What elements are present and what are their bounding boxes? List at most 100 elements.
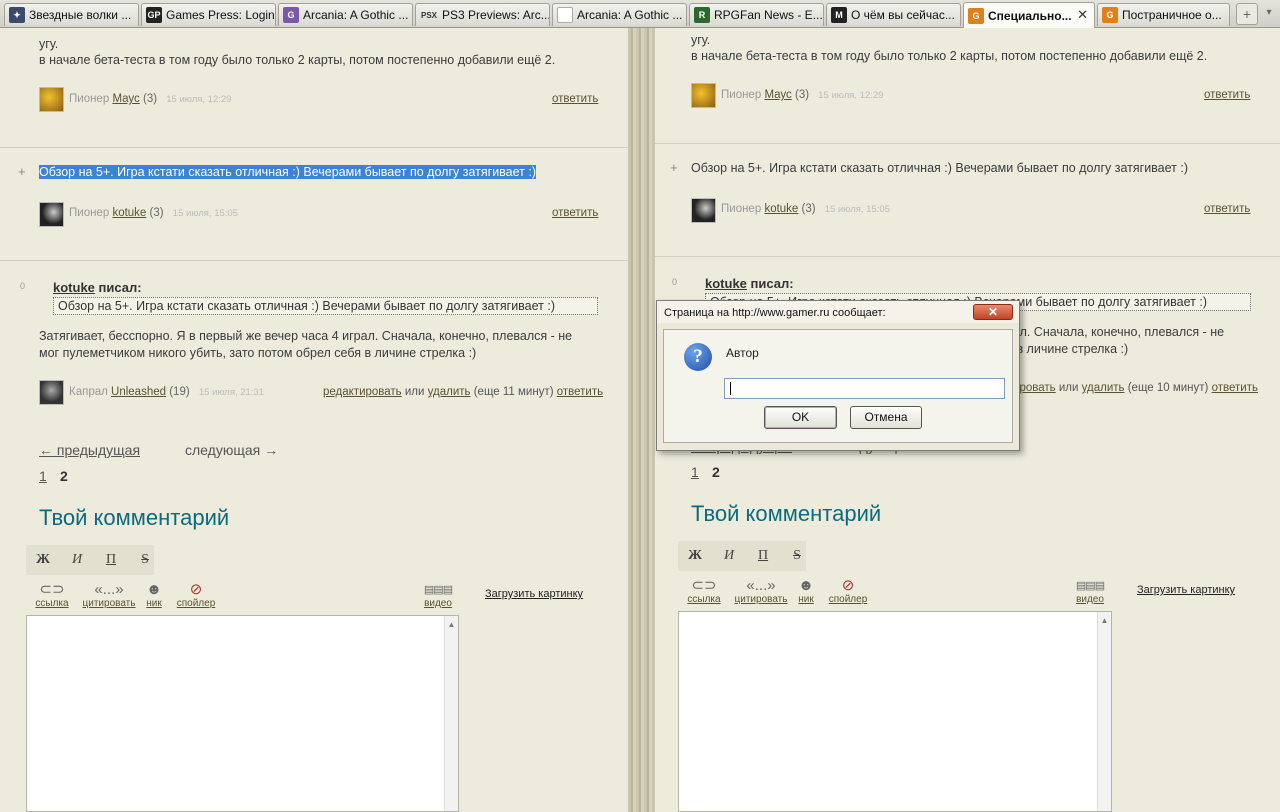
new-tab-button[interactable]: +	[1236, 3, 1258, 25]
forum-favicon-icon: M	[831, 7, 847, 23]
comment-textarea[interactable]: ▲	[678, 611, 1112, 812]
quote-author[interactable]: kotuke	[53, 280, 95, 295]
link-tool-button[interactable]: ⊂⊃ ссылка	[684, 576, 724, 605]
strike-button[interactable]: S	[788, 548, 806, 564]
bold-button[interactable]: Ж	[34, 552, 52, 568]
ok-button[interactable]: OK	[764, 406, 837, 429]
tab-list-chevron-icon[interactable]: ▾	[1260, 3, 1278, 25]
comment-form-heading: Твой комментарий	[691, 501, 882, 526]
strike-button[interactable]: S	[136, 552, 154, 568]
underline-button[interactable]: П	[102, 552, 120, 568]
italic-button[interactable]: И	[720, 548, 738, 564]
nick-tool-button[interactable]: ☻ ник	[795, 576, 817, 606]
browser-tab-bar: ✦ Звездные волки ... GP Games Press: Log…	[0, 0, 1280, 28]
spoiler-prohibited-icon: ⊘	[189, 581, 203, 598]
tab-arcania-2[interactable]: Arcania: A Gothic ...	[552, 3, 687, 26]
prev-page-link[interactable]: ← предыдущая	[39, 442, 140, 458]
format-toolbar: Ж И П S	[678, 541, 806, 571]
avatar[interactable]	[691, 198, 716, 223]
star-wolves-favicon-icon: ✦	[9, 7, 25, 23]
video-tool-button[interactable]: ▤▤▤ видео	[420, 580, 456, 610]
user-count: (3)	[801, 203, 816, 215]
tab-title: О чём вы сейчас...	[851, 8, 955, 22]
reply-link[interactable]: ответить	[552, 93, 598, 105]
quote-author[interactable]: kotuke	[705, 276, 747, 291]
reply-link[interactable]: ответить	[552, 207, 598, 219]
scroll-up-arrow-icon[interactable]: ▲	[445, 620, 458, 629]
cancel-button[interactable]: Отмена	[850, 406, 922, 429]
tab-arcania-1[interactable]: G Arcania: A Gothic ...	[278, 3, 413, 26]
user-link[interactable]: Маус	[112, 93, 139, 105]
prompt-input[interactable]	[724, 378, 1005, 399]
user-link[interactable]: Маус	[764, 89, 791, 101]
spoiler-tool-button[interactable]: ⊘ спойлер	[826, 576, 870, 605]
avatar[interactable]	[39, 202, 64, 227]
avatar[interactable]	[39, 380, 64, 405]
underline-button[interactable]: П	[754, 548, 772, 564]
page-1-link[interactable]: 1	[691, 464, 699, 480]
text-caret	[730, 382, 731, 395]
comment-date: 15 июля, 15:05	[172, 208, 238, 219]
comment-separator	[655, 256, 1280, 257]
upload-image-link[interactable]: Загрузить картинку	[1137, 584, 1235, 596]
tab-title: Постраничное о...	[1122, 8, 1222, 22]
scrollbar[interactable]: ▲	[444, 616, 458, 811]
bold-button[interactable]: Ж	[686, 548, 704, 564]
reply-link[interactable]: ответить	[1212, 382, 1258, 394]
comment-textarea[interactable]: ▲	[26, 615, 459, 812]
tool-label: видео	[424, 598, 452, 609]
comment-meta: Капрал Unleashed (19) 15 июля, 21:31	[69, 386, 264, 398]
tab-star-wolves[interactable]: ✦ Звездные волки ...	[4, 3, 139, 26]
dialog-close-icon[interactable]: ✕	[973, 304, 1013, 320]
tool-label: ссылка	[687, 594, 721, 605]
user-link[interactable]: Unleashed	[111, 386, 166, 398]
blank-page-favicon-icon	[557, 7, 573, 23]
tab-ps3-previews[interactable]: PSX PS3 Previews: Arc...	[415, 3, 550, 26]
gamer-favicon-icon: G	[968, 7, 984, 24]
close-tab-icon[interactable]: ✕	[1077, 7, 1088, 23]
video-tool-button[interactable]: ▤▤▤ видео	[1072, 576, 1108, 606]
tab-active-gamer[interactable]: G Специально... ✕	[963, 2, 1095, 28]
delete-link[interactable]: удалить	[428, 386, 471, 398]
scroll-up-arrow-icon[interactable]: ▲	[1098, 616, 1111, 625]
psx-favicon-icon: PSX	[420, 10, 437, 20]
edit-link[interactable]: редактировать	[323, 386, 402, 398]
user-count: (3)	[143, 93, 158, 105]
spoiler-prohibited-icon: ⊘	[841, 577, 855, 594]
user-link[interactable]: kotuke	[112, 207, 146, 219]
page-1-link[interactable]: 1	[39, 468, 47, 484]
italic-button[interactable]: И	[68, 552, 86, 568]
tab-games-press[interactable]: GP Games Press: Login	[141, 3, 276, 26]
link-tool-button[interactable]: ⊂⊃ ссылка	[32, 580, 72, 609]
reply-link[interactable]: ответить	[1204, 89, 1250, 101]
comment-separator	[0, 260, 628, 261]
games-press-favicon-icon: GP	[146, 7, 162, 23]
scrollbar[interactable]: ▲	[1097, 612, 1111, 811]
avatar[interactable]	[39, 87, 64, 112]
tab-rpgfan[interactable]: R RPGFan News - E...	[689, 3, 824, 26]
reply-link[interactable]: ответить	[1204, 203, 1250, 215]
upload-image-link[interactable]: Загрузить картинку	[485, 588, 583, 600]
user-count: (3)	[795, 89, 810, 101]
vote-plus-button[interactable]: +	[670, 160, 678, 175]
quote-tool-button[interactable]: «...» цитировать	[79, 580, 139, 610]
tab-title: Games Press: Login	[166, 8, 275, 22]
spoiler-tool-button[interactable]: ⊘ спойлер	[174, 580, 218, 609]
comment-meta: Пионер Маус (3) 15 июля, 12:29	[721, 89, 883, 101]
frame-splitter[interactable]	[628, 28, 655, 812]
quote-tool-button[interactable]: «...» цитировать	[731, 576, 791, 606]
quote-wrote: писал:	[750, 276, 794, 291]
next-page-link[interactable]: следующая →	[185, 442, 278, 458]
vote-plus-button[interactable]: +	[18, 164, 26, 179]
avatar[interactable]	[691, 83, 716, 108]
page-2-current: 2	[712, 464, 720, 480]
nick-tool-button[interactable]: ☻ ник	[143, 580, 165, 610]
comment-form-heading: Твой комментарий	[39, 505, 230, 530]
user-link[interactable]: kotuke	[764, 203, 798, 215]
comment-date: 15 июля, 21:31	[198, 387, 265, 398]
tab-forum[interactable]: M О чём вы сейчас...	[826, 3, 961, 26]
reply-link[interactable]: ответить	[557, 386, 603, 398]
tab-gamer-paging[interactable]: G Постраничное о...	[1097, 3, 1230, 26]
comment-date: 15 июля, 15:05	[824, 204, 890, 215]
delete-link[interactable]: удалить	[1082, 382, 1125, 394]
